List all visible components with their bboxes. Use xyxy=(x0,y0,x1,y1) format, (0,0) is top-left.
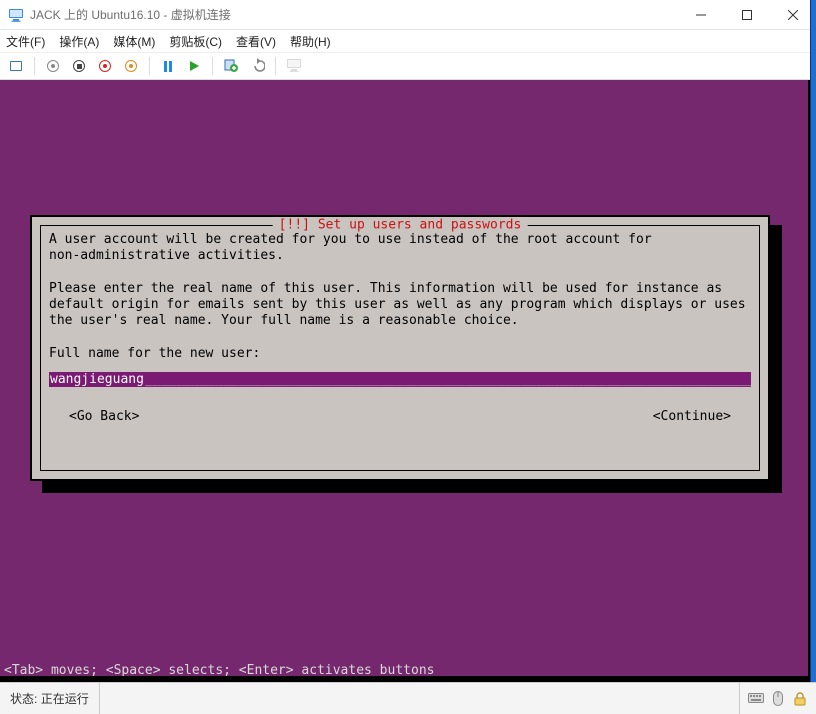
status-spacer xyxy=(100,683,740,714)
revert-button[interactable] xyxy=(247,56,267,76)
checkpoint-button[interactable] xyxy=(221,56,241,76)
pause-button[interactable] xyxy=(158,56,178,76)
keyboard-status-icon xyxy=(748,691,764,707)
dialog-title: [!!] Set up users and passwords xyxy=(273,218,528,233)
window-titlebar: JACK 上的 Ubuntu16.10 - 虚拟机连接 xyxy=(0,0,816,30)
status-label: 状态: xyxy=(10,690,37,707)
status-state: 正在运行 xyxy=(41,690,89,707)
host-desktop-edge xyxy=(810,0,816,714)
menu-media[interactable]: 媒体(M) xyxy=(113,33,155,50)
power-shutdown-icon xyxy=(99,60,111,72)
toolbar-separator xyxy=(34,57,35,75)
menu-clipboard[interactable]: 剪贴板(C) xyxy=(169,33,222,50)
statusbar: 状态: 正在运行 xyxy=(0,682,816,714)
window-title: JACK 上的 Ubuntu16.10 - 虚拟机连接 xyxy=(30,6,231,23)
status-state-cell: 状态: 正在运行 xyxy=(0,683,100,714)
vm-display[interactable]: [!!] Set up users and passwords A user a… xyxy=(0,80,816,682)
reset-button[interactable] xyxy=(184,56,204,76)
vmconnect-app-icon xyxy=(8,7,24,23)
save-button[interactable] xyxy=(121,56,141,76)
toolbar xyxy=(0,52,816,80)
power-save-icon xyxy=(125,60,137,72)
menu-view[interactable]: 查看(V) xyxy=(236,33,276,50)
status-icons xyxy=(740,691,816,707)
shutdown-button[interactable] xyxy=(95,56,115,76)
fullname-prompt-label: Full name for the new user: xyxy=(49,346,260,361)
menu-action[interactable]: 操作(A) xyxy=(59,33,99,50)
keyboard-icon xyxy=(10,61,22,71)
lock-status-icon xyxy=(792,691,808,707)
installer-dialog: [!!] Set up users and passwords A user a… xyxy=(30,215,770,481)
power-turnoff-icon xyxy=(73,60,85,72)
dialog-body: A user account will be created for you t… xyxy=(49,232,751,362)
minimize-button[interactable] xyxy=(678,0,724,30)
fullname-input-fill: ________________________________________… xyxy=(145,372,751,387)
continue-button[interactable]: <Continue> xyxy=(653,409,731,424)
enhanced-session-button[interactable] xyxy=(284,56,304,76)
fullname-input[interactable]: wangjieguang ___________________________… xyxy=(49,372,751,387)
toolbar-separator xyxy=(149,57,150,75)
monitor-icon xyxy=(286,57,302,76)
mouse-status-icon xyxy=(770,691,786,707)
start-button[interactable] xyxy=(43,56,63,76)
go-back-button[interactable]: <Go Back> xyxy=(69,409,139,424)
toolbar-separator xyxy=(212,57,213,75)
revert-icon xyxy=(249,57,265,76)
turnoff-button[interactable] xyxy=(69,56,89,76)
play-icon xyxy=(190,61,199,71)
menu-file[interactable]: 文件(F) xyxy=(6,33,45,50)
menubar: 文件(F) 操作(A) 媒体(M) 剪贴板(C) 查看(V) 帮助(H) xyxy=(0,30,816,52)
ctrl-alt-del-button[interactable] xyxy=(6,56,26,76)
pause-icon xyxy=(164,61,172,72)
power-start-icon xyxy=(47,60,59,72)
menu-help[interactable]: 帮助(H) xyxy=(290,33,331,50)
window-controls xyxy=(678,0,816,30)
fullname-input-value: wangjieguang xyxy=(49,372,145,387)
toolbar-separator xyxy=(275,57,276,75)
checkpoint-icon xyxy=(223,57,239,76)
maximize-button[interactable] xyxy=(724,0,770,30)
